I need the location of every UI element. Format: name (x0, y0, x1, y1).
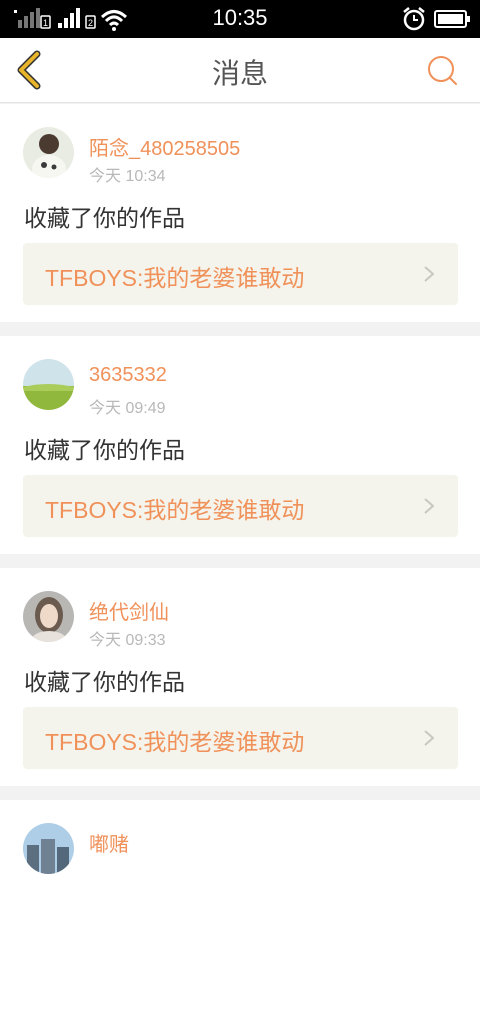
work-link[interactable]: TFBOYS:我的老婆谁敢动 (23, 707, 458, 769)
work-title: TFBOYS:我的老婆谁敢动 (45, 265, 305, 291)
avatar[interactable] (23, 823, 74, 874)
status-bar: 1 2 10:35 (0, 0, 480, 38)
work-title: TFBOYS:我的老婆谁敢动 (45, 497, 305, 523)
work-title: TFBOYS:我的老婆谁敢动 (45, 729, 305, 755)
work-link[interactable]: TFBOYS:我的老婆谁敢动 (23, 475, 458, 537)
message-card[interactable]: 嘟赌 (0, 800, 480, 1018)
user-name[interactable]: 陌念_480258505 (89, 132, 240, 161)
battery-icon (434, 10, 470, 28)
user-name[interactable]: 3635332 (89, 364, 167, 387)
message-card[interactable]: 绝代剑仙 今天 09:33 收藏了你的作品 TFBOYS:我的老婆谁敢动 (0, 568, 480, 786)
chevron-right-icon (424, 266, 435, 282)
action-text: 收藏了你的作品 (24, 206, 185, 232)
avatar[interactable] (23, 591, 74, 642)
avatar[interactable] (23, 127, 74, 178)
user-name[interactable]: 嘟赌 (89, 828, 129, 857)
message-time: 今天 09:33 (89, 632, 166, 649)
action-text: 收藏了你的作品 (24, 438, 185, 464)
work-link[interactable]: TFBOYS:我的老婆谁敢动 (23, 243, 458, 305)
chevron-right-icon (424, 498, 435, 514)
avatar[interactable] (23, 359, 74, 410)
page-title: 消息 (211, 57, 268, 90)
header: 消息 (0, 38, 480, 103)
alarm-icon (403, 7, 425, 31)
message-time: 今天 09:49 (89, 400, 166, 417)
chevron-right-icon (424, 730, 435, 746)
user-name[interactable]: 绝代剑仙 (89, 596, 169, 625)
search-icon[interactable] (424, 52, 460, 88)
message-card[interactable]: 陌念_480258505 今天 10:34 收藏了你的作品 TFBOYS:我的老… (0, 104, 480, 322)
message-card[interactable]: 3635332 今天 09:49 收藏了你的作品 TFBOYS:我的老婆谁敢动 (0, 336, 480, 554)
action-text: 收藏了你的作品 (24, 670, 185, 696)
message-time: 今天 10:34 (89, 168, 166, 185)
